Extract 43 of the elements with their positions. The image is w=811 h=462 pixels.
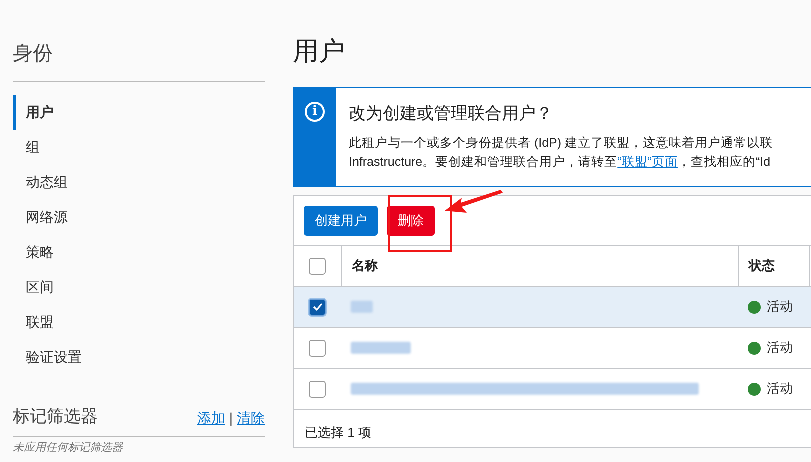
status-dot <box>748 300 761 314</box>
table-row[interactable]: 活动 <box>294 327 811 368</box>
status-text: 活动 <box>767 298 793 316</box>
column-header: 名称 <box>352 257 378 275</box>
annotation-arrow <box>445 190 503 213</box>
banner-text: 此租户与一个或多个身份提供者 (IdP) 建立了联盟，这意味着用户通常以联 <box>349 135 774 152</box>
table-row[interactable]: 活动 <box>294 368 811 409</box>
sidebar-item[interactable]: 验证设置 <box>13 340 265 375</box>
sidebar-item[interactable]: 联盟 <box>13 305 265 340</box>
row-checkbox[interactable] <box>309 380 326 398</box>
sidebar-title: 身份 <box>13 40 265 82</box>
federation-link[interactable]: “联盟”页面 <box>618 155 678 169</box>
banner-text: Infrastructure。要创建和管理联合用户，请转至“联盟”页面，查找相应的“Id <box>349 154 772 171</box>
sidebar-item[interactable]: 区间 <box>13 270 265 305</box>
section-title: 标记筛选器 <box>13 406 98 428</box>
status-text: 活动 <box>767 380 793 398</box>
empty-filter-text: 未应用任何标记筛选器 <box>13 440 124 455</box>
sidebar-item[interactable]: 网络源 <box>13 200 265 235</box>
redacted-name <box>351 301 373 313</box>
add-link[interactable]: 添加 <box>197 410 226 428</box>
selection-count: 已选择 1 项 <box>294 409 811 442</box>
status-text: 活动 <box>767 339 793 357</box>
sidebar-item[interactable]: 用户 <box>13 95 265 130</box>
link-separator: | <box>229 410 233 428</box>
sidebar-item[interactable]: 组 <box>13 130 265 165</box>
info-icon: i <box>305 102 325 122</box>
banner-title: 改为创建或管理联合用户？ <box>349 103 554 125</box>
row-checkbox[interactable] <box>309 340 326 356</box>
page-title: 用户 <box>293 35 346 68</box>
sidebar-item[interactable]: 动态组 <box>13 165 265 200</box>
status-dot <box>748 382 761 396</box>
redacted-name <box>351 342 411 354</box>
sidebar-item[interactable]: 策略 <box>13 235 265 270</box>
check-icon <box>312 301 324 313</box>
column-header: 状态 <box>749 257 775 275</box>
highlight-frame <box>388 195 452 252</box>
status-dot <box>748 342 761 354</box>
clear-link[interactable]: 清除 <box>237 410 265 428</box>
select-all-checkbox[interactable] <box>309 258 326 274</box>
table-row[interactable]: 活动 <box>294 286 811 327</box>
delete-button[interactable]: 删除 <box>387 206 435 236</box>
create-user-button[interactable]: 创建用户 <box>304 206 378 236</box>
row-checkbox[interactable] <box>309 298 326 316</box>
